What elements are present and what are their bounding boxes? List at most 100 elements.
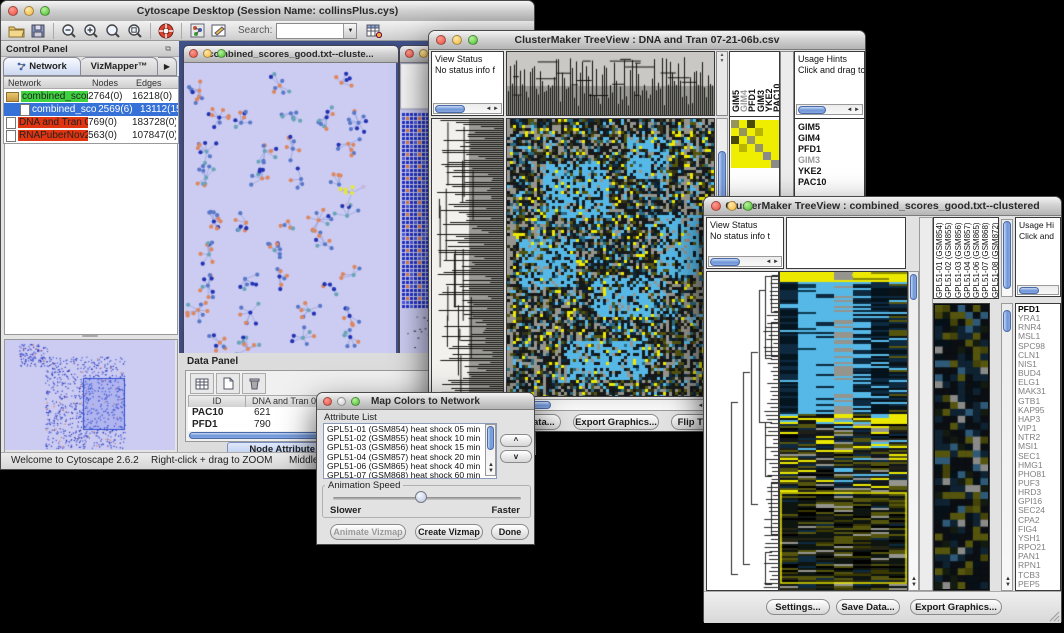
attribute-list-vscrollbar[interactable]: ▲▼ bbox=[485, 424, 496, 476]
network-view-window: combined_scores_good.txt--cluste... bbox=[183, 45, 399, 353]
tv1-zoom-heatmap[interactable] bbox=[731, 120, 779, 168]
treeview2-titlebar[interactable]: ClusterMaker TreeView : combined_scores_… bbox=[704, 197, 1061, 216]
animation-slider-track[interactable] bbox=[333, 497, 521, 500]
zoom-button[interactable] bbox=[217, 49, 226, 58]
minimize-button[interactable] bbox=[337, 397, 346, 406]
close-button[interactable] bbox=[8, 6, 18, 16]
tv2-labels-vscrollbar[interactable] bbox=[1001, 219, 1013, 297]
close-button[interactable] bbox=[405, 49, 414, 58]
zoom-in-icon[interactable] bbox=[80, 21, 102, 40]
tv2-gene-list[interactable]: PFD1YRA1RNR4MSL1SPC98CLN1NIS1BUD4ELG1MAK… bbox=[1015, 303, 1061, 591]
control-panel-tabs: Network VizMapper™ ▶ bbox=[3, 57, 177, 76]
network-import-icon[interactable] bbox=[186, 21, 208, 40]
zoom-button[interactable] bbox=[40, 6, 50, 16]
window-controls bbox=[8, 6, 50, 16]
birdseye-overview[interactable] bbox=[4, 339, 178, 453]
close-button[interactable] bbox=[436, 35, 446, 45]
document-icon bbox=[6, 117, 16, 129]
network-view-canvas[interactable] bbox=[184, 63, 396, 353]
zoom-matrix-cell bbox=[763, 144, 771, 152]
main-titlebar[interactable]: Cytoscape Desktop (Session Name: collins… bbox=[1, 1, 534, 22]
document-icon bbox=[6, 130, 16, 142]
tv1-heatmap-hscrollbar[interactable]: ◄ ► bbox=[506, 399, 715, 411]
network-row-selected[interactable]: combined_sco 2569(6) 13112(15) bbox=[4, 103, 179, 116]
minimize-button[interactable] bbox=[452, 35, 462, 45]
treeview1-titlebar[interactable]: ClusterMaker TreeView : DNA and Tran 07-… bbox=[429, 31, 865, 50]
search-input[interactable] bbox=[277, 24, 343, 38]
tv1-usage-hscrollbar[interactable]: ◄ ► bbox=[796, 104, 863, 115]
zoom-button[interactable] bbox=[743, 201, 753, 211]
tv1-row-labels[interactable]: GIM5GIM4PFD1GIM3YKE2PAC10 bbox=[796, 122, 864, 188]
treeview1-title: ClusterMaker TreeView : DNA and Tran 07-… bbox=[515, 34, 780, 46]
minimize-button[interactable] bbox=[24, 6, 34, 16]
tv1-heatmap[interactable] bbox=[506, 118, 715, 397]
tv1-row-dendrogram[interactable] bbox=[431, 118, 504, 397]
zoom-matrix-cell bbox=[747, 128, 755, 136]
data-panel-title: Data Panel bbox=[187, 356, 238, 367]
network-row-combined-scores[interactable]: combined_scores 2764(0) 16218(0) bbox=[4, 90, 179, 103]
dialog-titlebar[interactable]: Map Colors to Network bbox=[317, 393, 534, 410]
zoom-matrix-cell bbox=[739, 128, 747, 136]
zoom-fit-icon[interactable] bbox=[102, 21, 124, 40]
animation-slider-thumb[interactable] bbox=[415, 491, 427, 503]
treeview2-title: ClusterMaker TreeView : combined_scores_… bbox=[725, 200, 1039, 212]
open-session-icon[interactable] bbox=[5, 21, 27, 40]
tv2-genes-vscrollbar[interactable]: ▲▼ bbox=[1001, 303, 1013, 591]
float-panel-icon[interactable]: ⧉ bbox=[165, 44, 171, 54]
zoom-selected-icon[interactable] bbox=[124, 21, 146, 40]
minimize-button[interactable] bbox=[727, 201, 737, 211]
new-attribute-icon[interactable] bbox=[216, 373, 240, 394]
resize-grip-icon[interactable] bbox=[1048, 610, 1060, 622]
main-window-title: Cytoscape Desktop (Session Name: collins… bbox=[137, 5, 398, 17]
zoom-button[interactable] bbox=[468, 35, 478, 45]
tv2-column-dendrogram[interactable] bbox=[786, 217, 906, 269]
tv1-status-hscrollbar[interactable]: ◄ ► bbox=[433, 103, 502, 114]
array-column-label: GPL51-02 (GSM855) bbox=[944, 220, 953, 298]
tv2-heatmap-vscrollbar[interactable]: ▲▼ bbox=[908, 271, 919, 591]
attribute-item[interactable]: GPL51-07 (GSM868) heat shock 60 min bbox=[324, 471, 496, 479]
move-up-button[interactable]: ^ bbox=[500, 434, 532, 447]
animate-vizmap-button[interactable]: Animate Vizmap bbox=[330, 524, 406, 540]
done-button[interactable]: Done bbox=[491, 524, 529, 540]
tab-network[interactable]: Network bbox=[3, 57, 81, 76]
zoom-matrix-cell bbox=[771, 152, 779, 160]
zoom-matrix-cell bbox=[747, 120, 755, 128]
zoom-matrix-cell bbox=[755, 144, 763, 152]
zoom-matrix-cell bbox=[755, 136, 763, 144]
zoom-matrix-cell bbox=[755, 120, 763, 128]
zoom-matrix-cell bbox=[739, 120, 747, 128]
create-vizmap-button[interactable]: Create Vizmap bbox=[415, 524, 483, 540]
tab-overflow-arrow[interactable]: ▶ bbox=[158, 57, 177, 76]
tv2-heatmap[interactable] bbox=[779, 271, 908, 591]
minimize-button[interactable] bbox=[203, 49, 212, 58]
zoom-button[interactable] bbox=[351, 397, 360, 406]
tab-vizmapper[interactable]: VizMapper™ bbox=[81, 57, 158, 76]
delete-attribute-icon[interactable] bbox=[242, 373, 266, 394]
zoom-out-icon[interactable] bbox=[58, 21, 80, 40]
network-row-rnapuber[interactable]: RNAPuberNov2+| 563(0) 107847(0) bbox=[4, 129, 179, 142]
attribute-list[interactable]: GPL51-01 (GSM854) heat shock 05 minGPL51… bbox=[323, 423, 497, 479]
network-row-dna-tran[interactable]: DNA and Tran 07 769(0) 183728(0) bbox=[4, 116, 179, 129]
tv2-save-data-button[interactable]: Save Data... bbox=[836, 599, 900, 615]
tv2-usage-hscrollbar[interactable] bbox=[1017, 285, 1059, 295]
tv1-column-dendrogram[interactable] bbox=[506, 51, 715, 116]
tv2-row-dendrogram[interactable] bbox=[706, 271, 779, 591]
attribute-select-icon[interactable] bbox=[190, 373, 214, 394]
move-down-button[interactable]: v bbox=[500, 450, 532, 463]
birdseye-canvas[interactable] bbox=[5, 340, 175, 450]
minimize-button[interactable] bbox=[419, 49, 428, 58]
zoom-matrix-cell bbox=[763, 136, 771, 144]
annotation-icon[interactable] bbox=[208, 21, 230, 40]
save-session-icon[interactable] bbox=[27, 21, 49, 40]
close-button[interactable] bbox=[189, 49, 198, 58]
table-import-icon[interactable] bbox=[363, 21, 385, 40]
tv2-settings-button[interactable]: Settings... bbox=[766, 599, 830, 615]
tv1-export-graphics-button[interactable]: Export Graphics... bbox=[573, 414, 659, 430]
tv2-export-graphics-button[interactable]: Export Graphics... bbox=[910, 599, 1002, 615]
help-lifering-icon[interactable] bbox=[155, 21, 177, 40]
close-button[interactable] bbox=[711, 201, 721, 211]
search-dropdown-icon[interactable]: ▼ bbox=[343, 24, 356, 38]
tv2-zoom-heatmap[interactable] bbox=[933, 303, 990, 591]
tv2-status-hscrollbar[interactable]: ◄ ► bbox=[708, 256, 782, 267]
close-button[interactable] bbox=[323, 397, 332, 406]
